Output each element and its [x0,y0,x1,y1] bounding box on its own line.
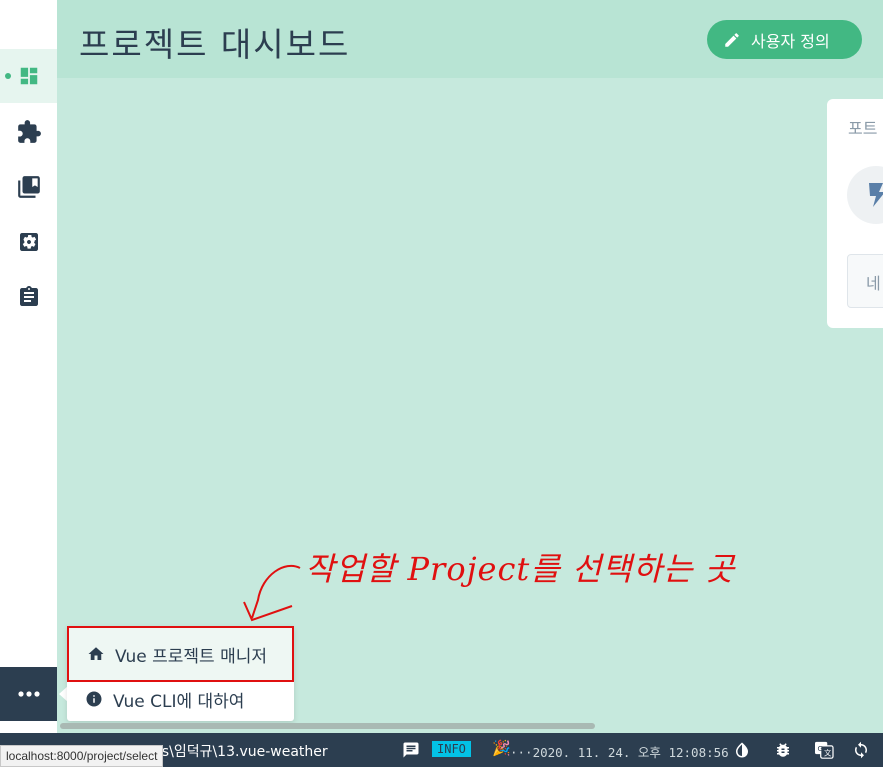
more-icon [17,691,40,697]
log-icon[interactable] [402,741,420,759]
active-indicator [5,73,11,79]
bolt-icon [869,183,883,207]
dashboard-icon [20,67,37,85]
sidebar-item-dashboard[interactable] [0,49,57,103]
info-icon [86,691,102,707]
info-badge: INFO [432,741,471,757]
dark-mode-icon[interactable] [733,741,751,759]
sidebar-item-tasks[interactable] [0,270,57,324]
menu-item-label: Vue CLI에 대하여 [113,691,245,712]
gear-icon [19,233,38,251]
pencil-icon [725,32,739,47]
puzzle-icon [17,120,41,143]
sidebar-item-configuration[interactable] [0,215,57,269]
svg-text:G: G [817,744,823,753]
bug-icon[interactable] [774,741,792,759]
widget-icon-circle [847,166,883,224]
widget-title: 포트 [848,119,878,138]
widget-box-text: 네 [866,274,881,293]
customize-button[interactable]: 사용자 정의 [707,20,862,59]
party-icon: 🎉 [492,739,511,757]
url-tooltip: localhost:8000/project/select [0,745,164,767]
annotation-text: 작업할 Project를 선택하는 곳 [305,550,736,588]
svg-text:文: 文 [824,749,832,758]
annotation-arrow [251,564,301,619]
translate-icon[interactable]: G 文 [814,741,834,759]
more-button[interactable] [0,667,57,721]
widget-card: 포트 네 [827,99,883,328]
popup-menu: Vue 프로젝트 매니저 Vue CLI에 대하여 [67,626,294,721]
refresh-icon[interactable] [852,741,870,759]
customize-label: 사용자 정의 [751,31,830,51]
widget-box[interactable]: 네 [847,254,883,308]
clipboard-icon [19,286,38,306]
annotation-arrow-head [243,601,293,622]
menu-item-project-manager[interactable]: Vue 프로젝트 매니저 [67,626,294,682]
sidebar [0,0,57,767]
page-title: 프로젝트 대시보드 [79,25,351,64]
home-icon [88,647,104,660]
page-header: 프로젝트 대시보드 사용자 정의 [57,0,883,78]
last-log-message[interactable]: ···2020. 11. 24. 오후 12:08:56 [510,742,729,761]
sidebar-item-dependencies[interactable] [0,160,57,214]
horizontal-scrollbar[interactable] [60,723,595,729]
sidebar-item-plugins[interactable] [0,105,57,159]
menu-item-about[interactable]: Vue CLI에 대하여 [67,677,294,721]
menu-item-label: Vue 프로젝트 매니저 [115,646,267,667]
library-icon [17,176,40,198]
